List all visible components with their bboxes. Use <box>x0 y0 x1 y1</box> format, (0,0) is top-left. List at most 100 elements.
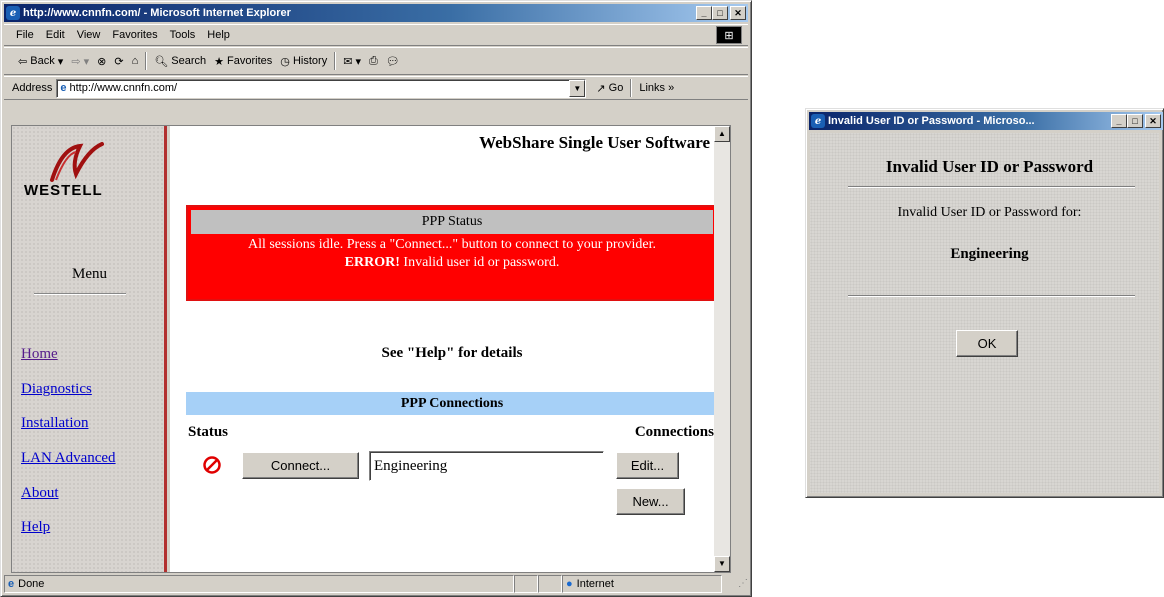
forward-button[interactable]: ⇨ ▾ <box>67 55 93 68</box>
connect-button[interactable]: Connect... <box>242 452 359 479</box>
toolbar-separator <box>145 52 148 70</box>
address-bar: Address e http://www.cnnfn.com/ ▼ ↗ Go L… <box>4 76 748 100</box>
nav-diagnostics[interactable]: Diagnostics <box>21 381 92 398</box>
stop-icon: ⊗ <box>97 55 107 68</box>
status-column-header: Status <box>188 424 229 440</box>
search-button[interactable]: 🔍︎ Search <box>150 55 210 68</box>
address-value: http://www.cnnfn.com/ <box>69 82 178 94</box>
nav-help[interactable]: Help <box>21 519 50 536</box>
windows-logo-icon: ⊞ <box>716 26 742 44</box>
favorites-button[interactable]: ★ Favorites <box>210 55 276 68</box>
toolbar-separator <box>334 52 337 70</box>
error-dialog: e Invalid User ID or Password - Microso.… <box>805 108 1164 498</box>
discuss-button[interactable]: 💬︎ <box>382 55 404 68</box>
back-arrow-icon: ⇦ <box>18 55 28 68</box>
ok-button[interactable]: OK <box>956 330 1018 357</box>
toolbar: ⇦ Back ▾ ⇨ ▾ ⊗ ⟳ ⌂ 🔍︎ Search ★ Favorites… <box>4 47 748 75</box>
westell-logo-icon <box>50 142 104 182</box>
new-connection-button[interactable]: New... <box>616 488 685 515</box>
refresh-icon: ⟳ <box>114 55 124 68</box>
stop-button[interactable]: ⊗ <box>93 55 110 68</box>
print-icon: ⎙ <box>369 54 378 67</box>
help-hint: See "Help" for details <box>381 345 523 361</box>
links-button[interactable]: Links » <box>635 82 678 94</box>
menu-file[interactable]: File <box>10 29 40 41</box>
address-field[interactable]: e http://www.cnnfn.com/ ▼ <box>56 78 587 98</box>
discuss-icon: 💬︎ <box>385 55 400 68</box>
address-dropdown-icon[interactable]: ▼ <box>569 79 586 97</box>
connection-name-value: Engineering <box>374 457 448 474</box>
home-icon: ⌂ <box>131 55 139 67</box>
address-separator <box>630 79 633 97</box>
scroll-up-icon[interactable]: ▲ <box>714 126 730 142</box>
page-icon: e <box>60 82 67 94</box>
nav-home[interactable]: Home <box>21 346 58 363</box>
favorites-icon: ★ <box>214 55 224 68</box>
ppp-status-message: All sessions idle. Press a "Connect..." … <box>247 237 657 252</box>
menu-tools[interactable]: Tools <box>164 29 202 41</box>
status-bar: e Done ● Internet ⋰ <box>4 575 748 593</box>
dialog-message: Invalid User ID or Password for: <box>897 205 1082 220</box>
dialog-title: Invalid User ID or Password - Microso... <box>828 115 1035 127</box>
zone-text: Internet <box>576 578 614 590</box>
nav-about[interactable]: About <box>21 485 59 502</box>
status-text-cell: e Done <box>4 575 514 593</box>
dialog-heading: Invalid User ID or Password <box>885 157 1094 176</box>
page-viewport: WESTELL Menu Home Diagnostics Installati… <box>11 125 731 573</box>
go-arrow-icon: ↗ <box>596 82 606 95</box>
back-button[interactable]: ⇦ Back ▾ <box>14 55 67 68</box>
menu-help[interactable]: Help <box>201 29 236 41</box>
dialog-user: Engineering <box>950 246 1029 262</box>
ie-icon: e <box>6 6 20 20</box>
edit-connection-button[interactable]: Edit... <box>616 452 679 479</box>
main-content: WebShare Single User Software PPP Status… <box>170 126 718 572</box>
history-button[interactable]: ◷ History <box>276 55 331 68</box>
back-label: Back <box>30 55 55 67</box>
mail-icon: ✉ <box>343 55 353 68</box>
browser-title-bar[interactable]: e http://www.cnnfn.com/ - Microsoft Inte… <box>4 4 748 22</box>
idle-status-icon <box>203 456 221 474</box>
brand-name: WESTELL <box>24 182 103 199</box>
nav-installation[interactable]: Installation <box>21 415 89 432</box>
page-title: WebShare Single User Software <box>479 133 710 152</box>
status-text: Done <box>18 578 45 590</box>
menu-view[interactable]: View <box>71 29 107 41</box>
connections-column-header: Connections <box>634 424 714 440</box>
print-button[interactable]: ⎙ <box>365 55 382 68</box>
search-label: Search <box>171 55 207 67</box>
status-cell-2 <box>538 575 562 593</box>
dialog-close-button[interactable]: ✕ <box>1145 114 1161 128</box>
status-page-icon: e <box>8 578 15 590</box>
resize-grip-icon[interactable]: ⋰ <box>722 575 748 593</box>
browser-window: e http://www.cnnfn.com/ - Microsoft Inte… <box>0 0 752 597</box>
dialog-title-bar[interactable]: e Invalid User ID or Password - Microso.… <box>809 112 1163 130</box>
dialog-minimize-button[interactable]: _ <box>1111 114 1127 128</box>
home-button[interactable]: ⌂ <box>128 55 143 67</box>
menu-favorites[interactable]: Favorites <box>106 29 163 41</box>
refresh-button[interactable]: ⟳ <box>110 55 127 68</box>
menu-edit[interactable]: Edit <box>40 29 71 41</box>
forward-arrow-icon: ⇨ <box>71 55 81 68</box>
dialog-divider-bottom <box>848 295 1135 297</box>
go-label: Go <box>608 82 624 94</box>
go-button[interactable]: ↗ Go <box>592 82 627 95</box>
search-icon: 🔍︎ <box>154 55 169 68</box>
history-icon: ◷ <box>280 55 290 68</box>
scroll-down-icon[interactable]: ▼ <box>714 556 730 572</box>
dialog-maximize-button[interactable]: □ <box>1127 114 1143 128</box>
menu-bar: File Edit View Favorites Tools Help ⊞ <box>4 24 748 46</box>
nav-lan-advanced[interactable]: LAN Advanced <box>21 450 116 467</box>
ie-icon: e <box>811 114 825 128</box>
close-button[interactable]: ✕ <box>730 6 746 20</box>
zone-cell: ● Internet <box>562 575 722 593</box>
maximize-button[interactable]: □ <box>712 6 728 20</box>
vertical-scrollbar[interactable]: ▲ ▼ <box>714 126 730 572</box>
favorites-label: Favorites <box>227 55 273 67</box>
ppp-connections-header: PPP Connections <box>186 392 718 415</box>
mail-button[interactable]: ✉ ▾ <box>339 55 365 68</box>
status-cell-1 <box>514 575 538 593</box>
minimize-button[interactable]: _ <box>696 6 712 20</box>
connection-name-field[interactable]: Engineering <box>369 451 604 481</box>
menu-divider <box>34 293 126 295</box>
ppp-error-line: ERROR! Invalid user id or password. <box>188 255 716 271</box>
